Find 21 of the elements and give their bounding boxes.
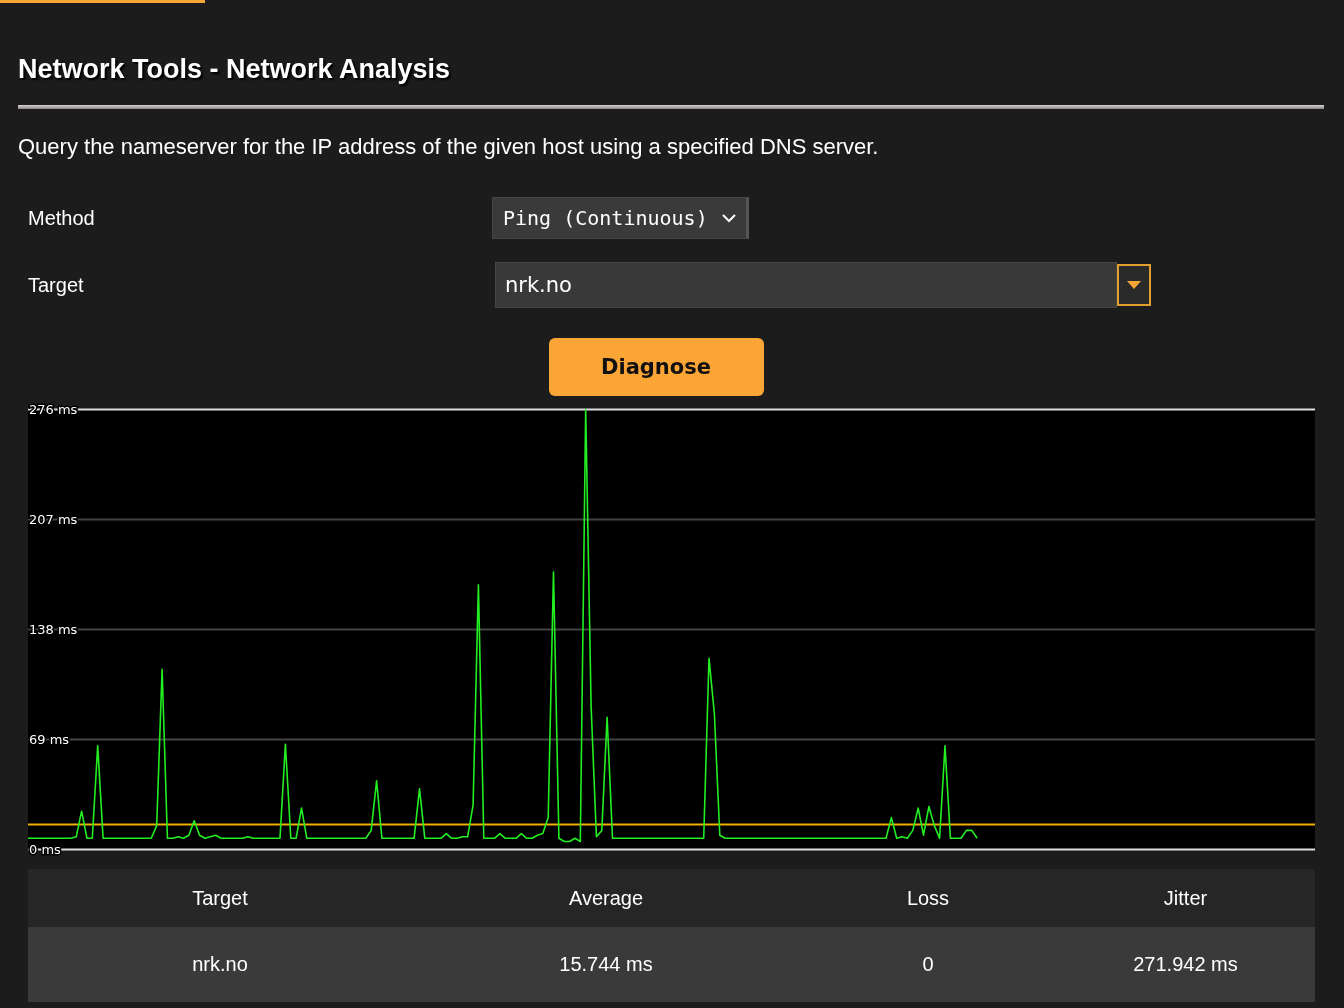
axis-label: 138 ms <box>29 622 78 637</box>
column-header: Jitter <box>1163 886 1208 910</box>
method-dropdown[interactable]: Ping (Continuous) <box>492 197 749 239</box>
column-header: Average <box>568 886 644 910</box>
column-header: Loss <box>906 886 950 910</box>
caret-icon <box>1127 281 1141 289</box>
diagnose-button[interactable]: Diagnose <box>548 338 764 396</box>
table-cell: 271.942 ms <box>1133 953 1238 976</box>
table-cell: nrk.no <box>192 953 248 976</box>
description-text: Query the nameserver for the IP address of the given host using a specified DNS server. <box>18 133 880 161</box>
table-cell: 0 <box>922 953 934 976</box>
target-label: Target <box>27 273 85 297</box>
dropdown-button[interactable] <box>1117 264 1151 306</box>
column-header: Target <box>192 886 248 910</box>
axis-label: 69 ms <box>29 732 70 747</box>
target-field[interactable]: nrk.no <box>495 262 1117 308</box>
table-cell: 15.744 ms <box>559 953 653 976</box>
axis-label: 207 ms <box>29 512 78 527</box>
chevron-icon <box>721 213 736 223</box>
method-label: Method <box>27 206 96 230</box>
page-title: Network Tools - Network Analysis <box>18 53 452 86</box>
